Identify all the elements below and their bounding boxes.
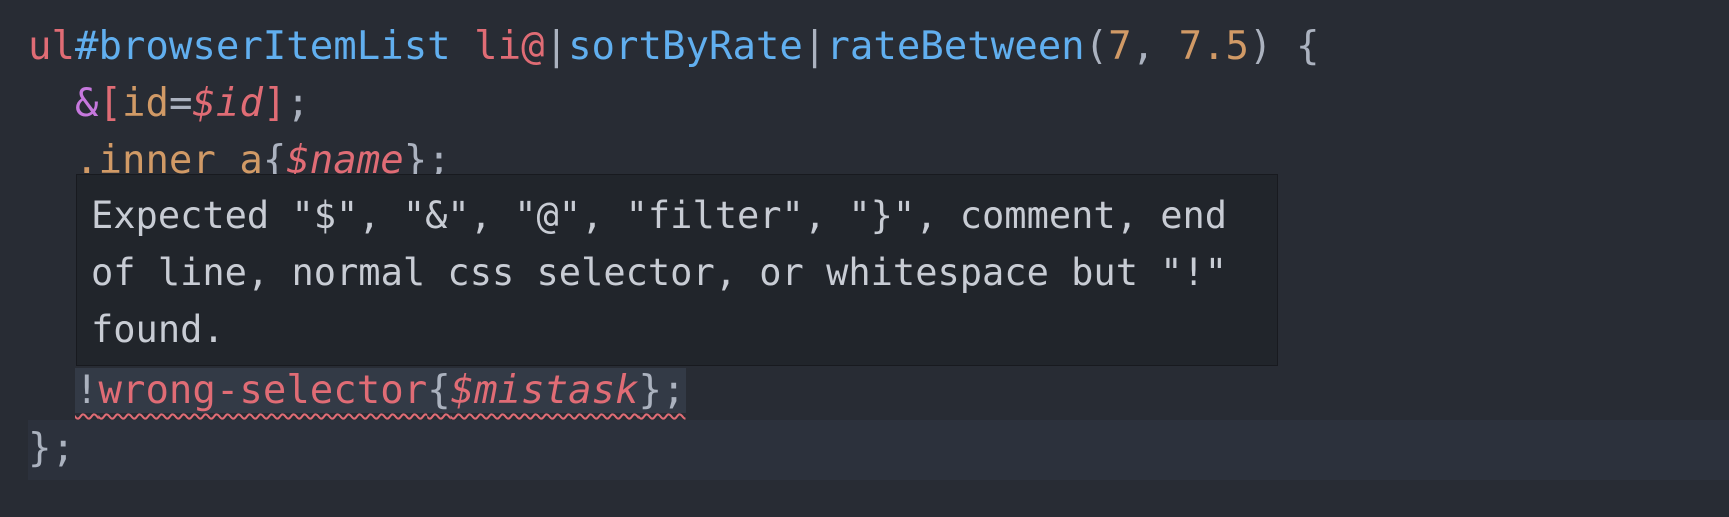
error-tooltip: Expected "$", "&", "@", "filter", "}", c… bbox=[76, 174, 1278, 366]
selector-tag: ul bbox=[28, 24, 75, 69]
brace: }; bbox=[638, 368, 686, 413]
error-range[interactable]: !wrong-selector{$mistask}; bbox=[75, 368, 686, 413]
current-line-highlight bbox=[28, 420, 1729, 480]
number-literal: 7.5 bbox=[1178, 24, 1250, 69]
variable: $id bbox=[192, 81, 263, 126]
paren: ) bbox=[1249, 24, 1273, 69]
code-line-5[interactable]: }; bbox=[28, 420, 75, 477]
code-line-1[interactable]: ul#browserItemList li@|sortByRate|rateBe… bbox=[28, 18, 1320, 75]
brace: { bbox=[1272, 24, 1320, 69]
equals: = bbox=[168, 81, 193, 126]
pipe-operator: | bbox=[544, 24, 569, 69]
closing-brace: }; bbox=[28, 426, 75, 471]
semicolon: ; bbox=[286, 81, 310, 126]
variable: $mistask bbox=[450, 368, 639, 413]
bang: ! bbox=[75, 368, 99, 413]
attribute-name: id bbox=[121, 81, 169, 126]
error-selector: wrong-selector bbox=[98, 368, 428, 413]
error-message: Expected "$", "&", "@", "filter", "}", c… bbox=[91, 194, 1250, 351]
selector-id: #browserItemList bbox=[74, 24, 451, 69]
code-line-2[interactable]: &[id=$id]; bbox=[75, 75, 310, 132]
pipe-operator: | bbox=[802, 24, 827, 69]
bracket: ] bbox=[262, 81, 287, 126]
brace: { bbox=[427, 368, 451, 413]
paren: ( bbox=[1084, 24, 1109, 69]
ampersand: & bbox=[75, 81, 99, 126]
selector-element: li@ bbox=[474, 24, 545, 69]
code-editor[interactable]: ul#browserItemList li@|sortByRate|rateBe… bbox=[0, 0, 1729, 517]
filter-name: rateBetween bbox=[826, 24, 1085, 69]
number-literal: 7 bbox=[1108, 24, 1132, 69]
code-line-4-error[interactable]: !wrong-selector{$mistask}; bbox=[75, 362, 686, 419]
bracket: [ bbox=[98, 81, 122, 126]
filter-name: sortByRate bbox=[568, 24, 803, 69]
comma: , bbox=[1131, 24, 1179, 69]
